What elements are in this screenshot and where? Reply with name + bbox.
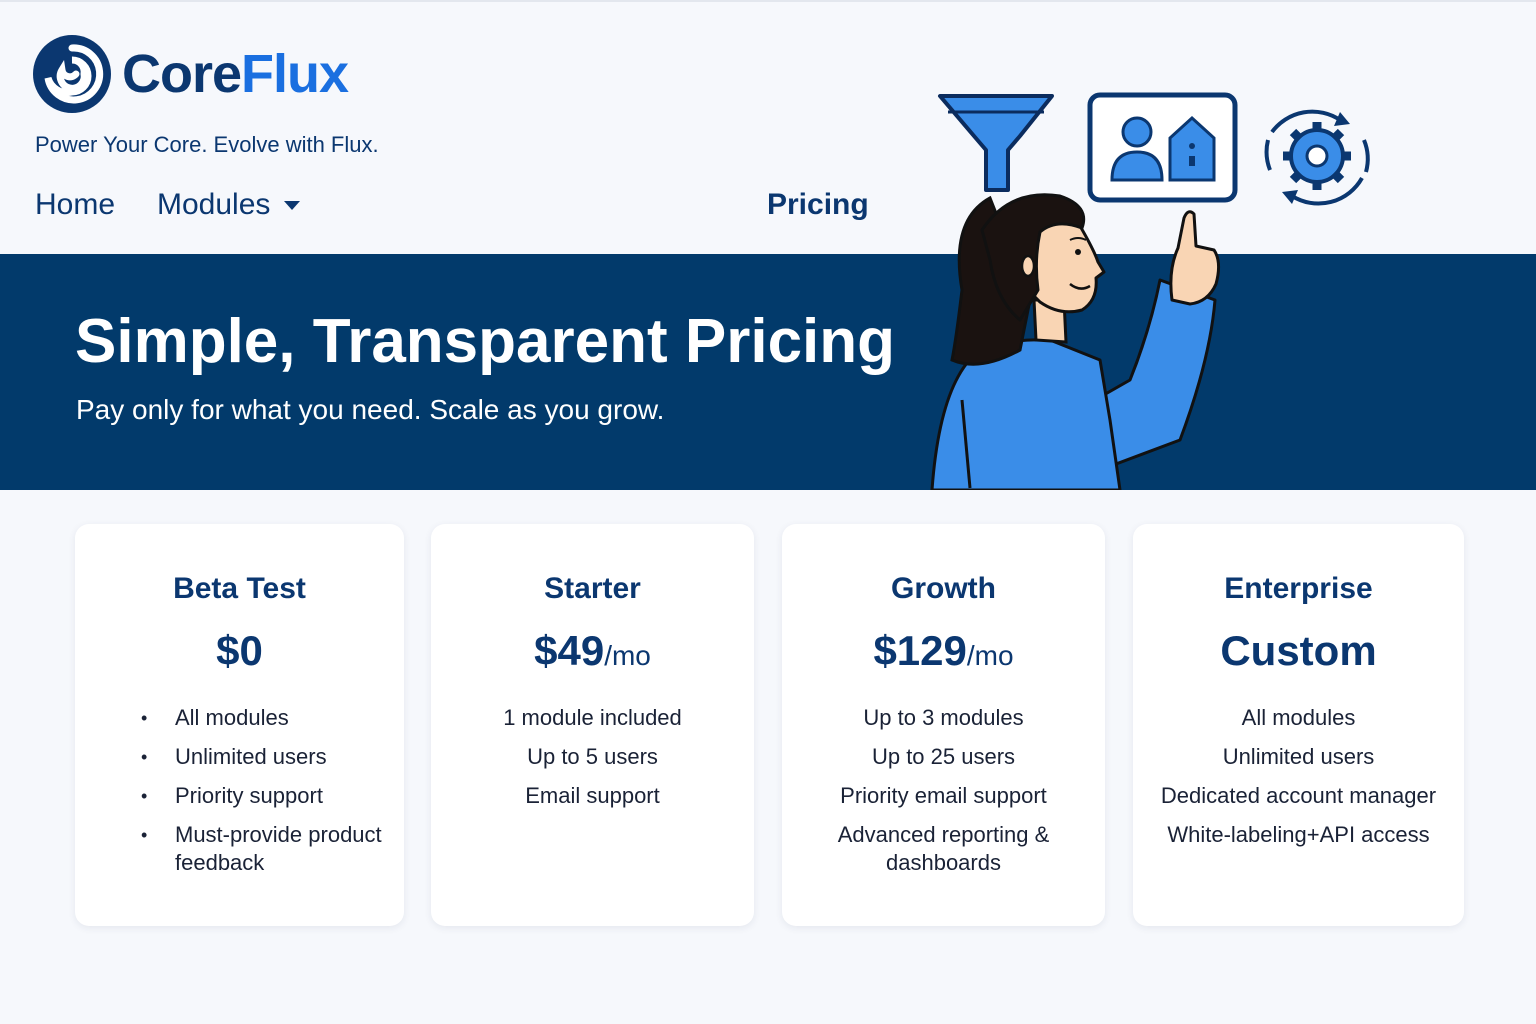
plan-name: Starter <box>544 572 641 605</box>
plan-price-amount: $129 <box>873 627 967 674</box>
top-divider <box>0 0 1536 2</box>
nav-modules-label: Modules <box>157 188 271 221</box>
plan-price: $49/mo <box>431 627 754 674</box>
plan-features: 1 module included Up to 5 users Email su… <box>431 704 754 810</box>
plan-card-starter[interactable]: Starter $49/mo 1 module included Up to 5… <box>431 524 754 926</box>
plan-features: All modules Unlimited users Dedicated ac… <box>1133 704 1464 849</box>
plan-feature-item: Advanced reporting & dashboards <box>837 822 1050 876</box>
plan-feature-item: Up to 5 users <box>527 744 658 770</box>
plan-feature-item: Priority email support <box>840 783 1047 809</box>
brand-tagline: Power Your Core. Evolve with Flux. <box>35 132 379 157</box>
plan-price-amount: Custom <box>1220 627 1377 674</box>
brand-name: CoreFlux <box>122 44 349 104</box>
plan-card-beta-test[interactable]: Beta Test $0 All modules Unlimited users… <box>75 524 404 926</box>
main-nav: Home Modules Pricing <box>0 188 900 228</box>
plan-feature-item: Must-provide product feedback <box>141 821 404 877</box>
funnel-icon <box>938 94 1054 192</box>
brand-name-core: Core <box>122 44 242 104</box>
hero-title: Simple, Transparent Pricing <box>75 307 896 376</box>
plan-feature-item: Dedicated account manager <box>1160 783 1437 809</box>
plan-feature-item: All modules <box>1241 705 1356 731</box>
plan-feature-item: 1 module included <box>503 705 682 731</box>
brand-logo[interactable]: CoreFlux <box>32 34 349 114</box>
gear-sync-icon <box>1264 109 1370 206</box>
plan-feature-item: Up to 3 modules <box>863 705 1024 731</box>
logo-swirl-icon <box>33 35 111 113</box>
hero-subtitle: Pay only for what you need. Scale as you… <box>76 394 665 425</box>
plan-name: Enterprise <box>1224 572 1373 605</box>
plan-feature-item: All modules <box>141 704 404 732</box>
plan-price-amount: $0 <box>216 627 263 674</box>
plan-price: $129/mo <box>782 627 1105 674</box>
plan-name: Beta Test <box>173 572 306 605</box>
person-illustration <box>930 193 1221 490</box>
plan-features: All modules Unlimited users Priority sup… <box>75 704 404 877</box>
plan-features: Up to 3 modules Up to 25 users Priority … <box>782 704 1105 877</box>
plan-card-enterprise[interactable]: Enterprise Custom All modules Unlimited … <box>1133 524 1464 926</box>
plan-feature-item: Email support <box>525 783 660 809</box>
plan-price-period: /mo <box>604 640 651 671</box>
plan-price-period: /mo <box>966 640 1014 671</box>
nav-modules-dropdown[interactable]: Modules <box>157 188 301 222</box>
plan-price: Custom <box>1133 627 1464 674</box>
plan-feature-item: Up to 25 users <box>871 744 1016 770</box>
hero-illustration <box>930 92 1370 490</box>
plan-name: Growth <box>891 572 996 605</box>
plan-feature-item: Unlimited users <box>141 743 404 771</box>
brand-name-flux: Flux <box>241 44 349 104</box>
profile-card-icon <box>1087 92 1238 203</box>
plan-feature-item: Unlimited users <box>1222 744 1375 770</box>
plan-price-amount: $49 <box>534 627 605 674</box>
plan-price: $0 <box>75 627 404 674</box>
nav-pricing-link[interactable]: Pricing <box>767 188 869 222</box>
plan-card-growth[interactable]: Growth $129/mo Up to 3 modules Up to 25 … <box>782 524 1105 926</box>
plan-feature-item: Priority support <box>141 782 404 810</box>
plan-feature-item: White-labeling+API access <box>1167 822 1430 848</box>
chevron-down-icon <box>284 200 301 210</box>
nav-home-link[interactable]: Home <box>35 188 115 222</box>
